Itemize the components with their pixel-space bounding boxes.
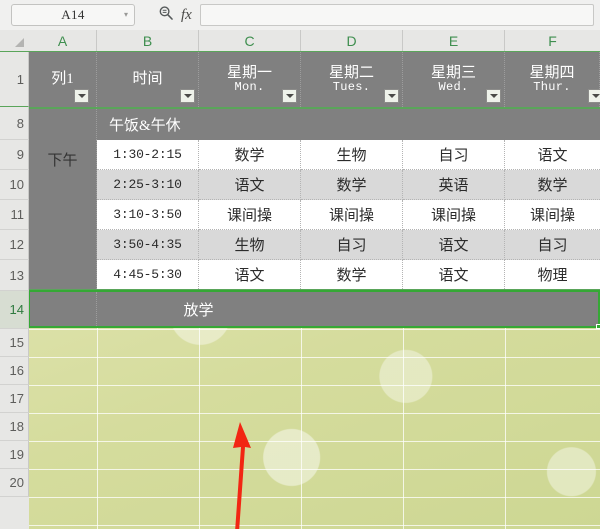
row-header-8[interactable]: 8 — [0, 107, 29, 140]
row-header-11[interactable]: 11 — [0, 200, 29, 230]
cell-thur-r9[interactable]: 语文 — [505, 140, 600, 170]
row-header-18[interactable]: 18 — [0, 413, 29, 441]
search-icon[interactable] — [158, 5, 174, 26]
row-header-9[interactable]: 9 — [0, 140, 29, 170]
cell-mon-r13[interactable]: 语文 — [199, 260, 301, 289]
header-label-en: Mon. — [234, 80, 265, 95]
header-label-cn: 星期一 — [226, 64, 272, 81]
header-label-cn: 星期二 — [328, 64, 374, 81]
row-header-strip: 1 8 9 10 11 12 13 14 15 16 17 18 19 20 — [0, 52, 29, 529]
dismissal-band-spacer-a[interactable] — [29, 292, 97, 326]
row-header-15[interactable]: 15 — [0, 329, 29, 357]
header-label-cn: 星期三 — [430, 64, 476, 81]
column-header-f[interactable]: F — [505, 30, 600, 51]
session-label-afternoon: 下午 — [29, 140, 97, 289]
lunch-band-label: 午饭&午休 — [109, 118, 181, 134]
select-all-corner[interactable] — [0, 30, 29, 51]
cell-time-r9[interactable]: 1:30-2:15 — [97, 140, 199, 170]
header-label-cn: 列1 — [51, 71, 74, 88]
row-header-16[interactable]: 16 — [0, 357, 29, 385]
cell-tues-r12[interactable]: 自习 — [301, 230, 403, 260]
lunch-band-spacer-a — [29, 109, 97, 140]
cell-wed-r9[interactable]: 自习 — [403, 140, 505, 170]
filter-dropdown-col-c[interactable] — [282, 89, 297, 103]
cell-wed-r11[interactable]: 课间操 — [403, 200, 505, 230]
cell-time-r12[interactable]: 3:50-4:35 — [97, 230, 199, 260]
filter-dropdown-col-e[interactable] — [486, 89, 501, 103]
cell-tues-r9[interactable]: 生物 — [301, 140, 403, 170]
filter-dropdown-col-a[interactable] — [74, 89, 89, 103]
cell-mon-r9[interactable]: 数学 — [199, 140, 301, 170]
table-bottom-rule — [29, 289, 600, 291]
cell-tues-r11[interactable]: 课间操 — [301, 200, 403, 230]
header-label-en: Wed. — [438, 80, 469, 95]
header-label-en: Thur. — [533, 80, 571, 95]
cell-mon-r12[interactable]: 生物 — [199, 230, 301, 260]
cell-wed-r12[interactable]: 语文 — [403, 230, 505, 260]
cell-wed-r13[interactable]: 语文 — [403, 260, 505, 289]
cell-thur-r12[interactable]: 自习 — [505, 230, 600, 260]
lunch-band: 午饭&午休 — [97, 109, 600, 140]
column-header-a[interactable]: A — [29, 30, 97, 51]
header-label-cn: 星期四 — [529, 64, 575, 81]
cell-mon-r11[interactable]: 课间操 — [199, 200, 301, 230]
column-header-e[interactable]: E — [403, 30, 505, 51]
cell-time-r11[interactable]: 3:10-3:50 — [97, 200, 199, 230]
dismissal-band-label: 放学 — [183, 302, 214, 319]
row-header-14[interactable]: 14 — [0, 291, 29, 329]
column-header-c[interactable]: C — [199, 30, 301, 51]
sheet-body: 列1 时间 星期一 Mon. 星期二 Tues. 星期三 Wed. 星期四 Th… — [29, 52, 600, 529]
row-header-13[interactable]: 13 — [0, 260, 29, 291]
header-label-en: Tues. — [332, 80, 371, 95]
row-header-12[interactable]: 12 — [0, 230, 29, 260]
cell-tues-r10[interactable]: 数学 — [301, 170, 403, 200]
cell-thur-r13[interactable]: 物理 — [505, 260, 600, 289]
filter-dropdown-col-b[interactable] — [180, 89, 195, 103]
cell-thur-r10[interactable]: 数学 — [505, 170, 600, 200]
fx-label: fx — [181, 6, 192, 23]
grid: 列1 时间 星期一 Mon. 星期二 Tues. 星期三 Wed. 星期四 Th… — [0, 30, 600, 529]
row-header-19[interactable]: 19 — [0, 441, 29, 469]
cell-tues-r13[interactable]: 数学 — [301, 260, 403, 289]
column-header-b[interactable]: B — [97, 30, 199, 51]
filter-dropdown-col-f[interactable] — [588, 89, 600, 103]
spreadsheet-window: A14 ▾ fx 列1 时间 星期一 Mon. 星期二 Tues. 星期三 We… — [0, 0, 600, 529]
cell-wed-r10[interactable]: 英语 — [403, 170, 505, 200]
table-header-col-f: 星期四 Thur. — [505, 52, 600, 107]
cell-mon-r10[interactable]: 语文 — [199, 170, 301, 200]
chevron-down-icon[interactable]: ▾ — [124, 11, 128, 19]
filter-dropdown-col-d[interactable] — [384, 89, 399, 103]
cell-thur-r11[interactable]: 课间操 — [505, 200, 600, 230]
name-box-value: A14 — [61, 7, 85, 22]
row-header-10[interactable]: 10 — [0, 170, 29, 200]
cell-time-r10[interactable]: 2:25-3:10 — [97, 170, 199, 200]
formula-input[interactable] — [199, 4, 594, 26]
name-box[interactable]: A14 ▾ — [11, 4, 135, 26]
column-header-d[interactable]: D — [301, 30, 403, 51]
session-label-text: 下午 — [47, 153, 78, 169]
formula-bar: A14 ▾ fx — [0, 0, 600, 31]
formula-bar-icons: fx — [158, 5, 192, 26]
header-label-cn: 时间 — [132, 71, 163, 88]
dismissal-band[interactable]: 放学 — [97, 292, 600, 326]
row-header-1[interactable]: 1 — [0, 52, 29, 107]
row-header-20[interactable]: 20 — [0, 469, 29, 497]
cell-time-r13[interactable]: 4:45-5:30 — [97, 260, 199, 289]
row-header-17[interactable]: 17 — [0, 385, 29, 413]
column-header-strip: A B C D E F — [0, 30, 600, 52]
